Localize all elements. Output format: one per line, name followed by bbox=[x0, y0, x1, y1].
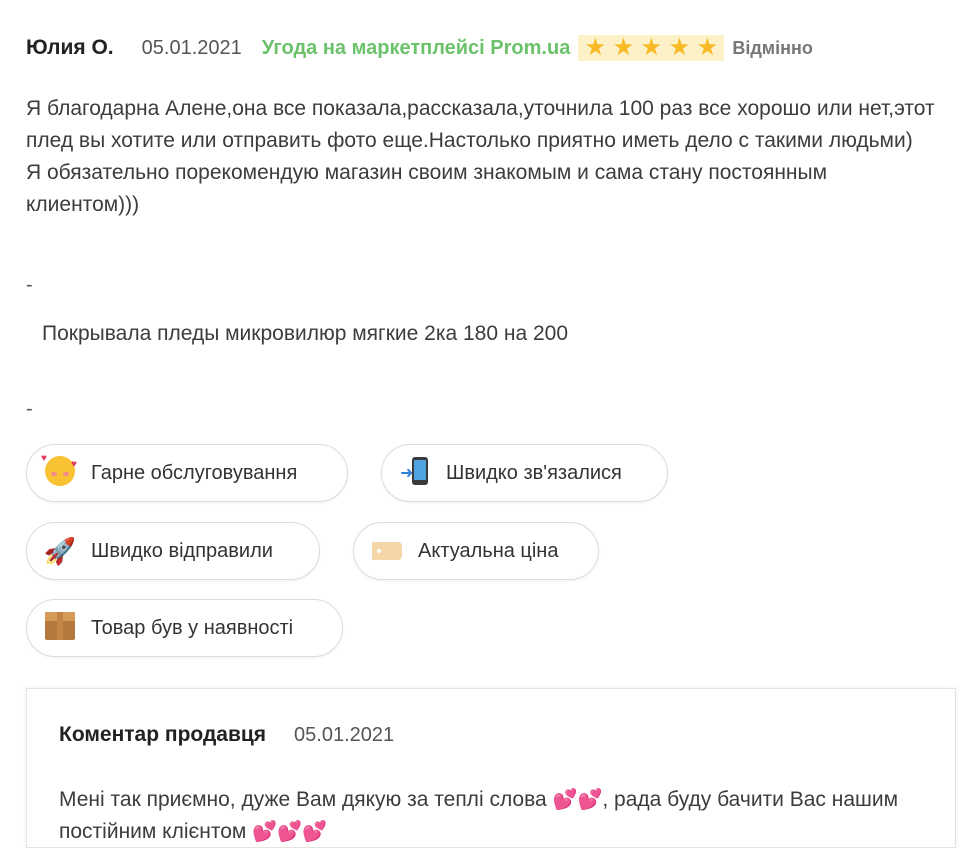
review-text: Я благодарна Алене,она все показала,расс… bbox=[26, 93, 946, 221]
seller-comment-part: Мені так приємно, дуже Вам дякую за тепл… bbox=[59, 788, 553, 811]
star-icon: ★ bbox=[584, 34, 607, 61]
separator: - bbox=[26, 274, 33, 296]
tag-label: Гарне обслуговування bbox=[91, 461, 298, 484]
tag-label: Швидко відправили bbox=[91, 539, 273, 562]
rating-label: Відмінно bbox=[732, 37, 813, 58]
review-paragraph: Я благодарна Алене,она все показала,расс… bbox=[26, 97, 935, 152]
price-tag-icon bbox=[370, 538, 404, 564]
tag-good-service: ♥ ♥ Гарне обслуговування bbox=[26, 444, 348, 502]
tag-label: Швидко зв'язалися bbox=[446, 461, 622, 484]
marketplace-label[interactable]: Угода на маркетплейсі Prom.ua bbox=[262, 37, 571, 60]
package-box-icon bbox=[43, 612, 77, 644]
seller-comment-title: Коментар продавця bbox=[59, 723, 267, 746]
rating-stars: ★ ★ ★ ★ ★ bbox=[578, 34, 725, 61]
star-icon: ★ bbox=[696, 34, 719, 61]
rocket-icon: 🚀 bbox=[43, 536, 77, 566]
star-icon: ★ bbox=[612, 34, 635, 61]
star-icon: ★ bbox=[640, 34, 663, 61]
seller-comment-header: Коментар продавця 05.01.2021 bbox=[59, 723, 394, 747]
seller-comment-date: 05.01.2021 bbox=[294, 723, 395, 746]
tag-quick-contact: ➜ Швидко зв'язалися bbox=[381, 444, 668, 502]
review-header: Юлия О. 05.01.2021 Угода на маркетплейсі… bbox=[26, 34, 813, 62]
tag-actual-price: Актуальна ціна bbox=[353, 522, 599, 580]
mobile-phone-arrow-icon: ➜ bbox=[398, 457, 432, 489]
star-icon: ★ bbox=[668, 34, 691, 61]
review-author: Юлия О. bbox=[26, 36, 114, 59]
tag-label: Товар був у наявності bbox=[91, 616, 294, 639]
seller-comment: Коментар продавця 05.01.2021 Мені так пр… bbox=[26, 688, 956, 848]
two-hearts-icon: 💕💕💕 bbox=[252, 821, 327, 843]
tag-quick-shipping: 🚀 Швидко відправили bbox=[26, 522, 320, 580]
tag-in-stock: Товар був у наявності bbox=[26, 599, 343, 657]
seller-comment-text: Мені так приємно, дуже Вам дякую за тепл… bbox=[59, 784, 929, 848]
separator: - bbox=[26, 398, 33, 420]
product-name[interactable]: Покрывала пледы микровилюр мягкие 2ка 18… bbox=[42, 322, 568, 346]
two-hearts-icon: 💕💕 bbox=[552, 789, 603, 811]
smiling-face-with-hearts-icon: ♥ ♥ bbox=[41, 454, 77, 490]
review-date: 05.01.2021 bbox=[141, 36, 242, 59]
tag-label: Актуальна ціна bbox=[418, 539, 559, 562]
review-paragraph: Я обязательно порекомендую магазин своим… bbox=[26, 161, 828, 216]
